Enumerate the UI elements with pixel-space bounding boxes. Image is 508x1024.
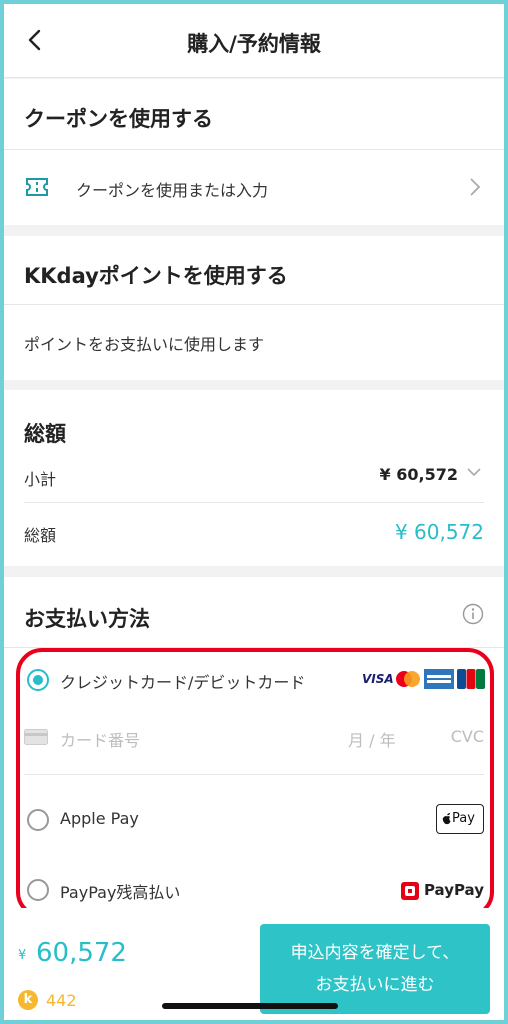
- card-input-row[interactable]: カード番号 月 / 年 CVC: [24, 717, 484, 757]
- paypay-radio[interactable]: [27, 879, 49, 901]
- apple-pay-label: Apple Pay: [60, 809, 139, 828]
- cta-line-1: 申込内容を確定して、: [290, 943, 460, 963]
- info-icon[interactable]: [462, 603, 484, 625]
- apple-icon: [442, 813, 451, 825]
- amex-logo: [424, 669, 454, 689]
- credit-card-icon: [24, 729, 48, 745]
- points-row-label: ポイントをお支払いに使用します: [24, 335, 265, 354]
- payment-option-apple-pay[interactable]: Apple Pay Pay: [4, 799, 504, 839]
- home-indicator: [162, 1003, 338, 1009]
- jcb-logo: [457, 669, 485, 689]
- chevron-down-icon[interactable]: [466, 466, 482, 478]
- expiry-input[interactable]: 月 / 年: [348, 727, 396, 751]
- credit-card-label: クレジットカード/デビットカード: [60, 673, 306, 692]
- cvc-input[interactable]: CVC: [451, 727, 484, 746]
- coupon-row-label: クーポンを使用または入力: [76, 181, 269, 200]
- card-number-input[interactable]: カード番号: [60, 727, 140, 751]
- payment-section-title: お支払い方法: [24, 607, 150, 631]
- total-label: 総額: [24, 526, 57, 545]
- divider: [24, 502, 484, 503]
- header: 購入/予約情報: [4, 4, 504, 78]
- credit-card-radio[interactable]: [27, 669, 49, 691]
- paypay-label: PayPay残高払い: [60, 883, 181, 902]
- divider: [4, 647, 504, 648]
- subtotal-value: ¥ 60,572: [379, 465, 458, 484]
- chevron-right-icon: [470, 178, 481, 196]
- total-section-title: 総額: [24, 422, 66, 446]
- visa-logo: VISA: [362, 672, 394, 686]
- payment-option-credit-card[interactable]: クレジットカード/デビットカード VISA: [4, 657, 504, 697]
- confirm-and-pay-button[interactable]: 申込内容を確定して、 お支払いに進む: [260, 924, 490, 1014]
- divider: [24, 774, 484, 775]
- currency-symbol: ¥: [18, 948, 27, 963]
- paypay-badge-text: PayPay: [423, 881, 484, 899]
- paypay-logo-icon: [401, 882, 419, 900]
- total-section: 総額 小計 ¥ 60,572 総額 ¥ 60,572: [4, 390, 504, 566]
- points-coin-icon: k: [18, 990, 38, 1010]
- points-section-title: KKdayポイントを使用する: [24, 264, 288, 288]
- subtotal-row[interactable]: 小計 ¥ 60,572: [4, 454, 504, 494]
- coupon-section-title: クーポンを使用する: [24, 107, 213, 131]
- footer-amount: 60,572: [36, 938, 127, 968]
- coupon-row[interactable]: クーポンを使用または入力: [4, 150, 504, 225]
- points-row[interactable]: ポイントをお支払いに使用します: [4, 305, 504, 380]
- mastercard-logo: [396, 671, 420, 687]
- payment-option-paypay[interactable]: PayPay残高払い PayPay: [4, 873, 504, 907]
- footer-points: 442: [46, 991, 77, 1010]
- total-value: ¥ 60,572: [394, 520, 484, 544]
- coupon-section: クーポンを使用する クーポンを使用または入力: [4, 79, 504, 225]
- apple-pay-badge: Pay: [436, 804, 484, 834]
- points-section: KKdayポイントを使用する ポイントをお支払いに使用します: [4, 236, 504, 380]
- apple-pay-radio[interactable]: [27, 809, 49, 831]
- payment-section: お支払い方法 クレジットカード/デビットカード VISA カード番号 月 / 年…: [4, 577, 504, 908]
- page-title: 購入/予約情報: [187, 32, 321, 56]
- cta-line-2: お支払いに進む: [315, 975, 435, 995]
- apple-pay-badge-text: Pay: [452, 811, 475, 826]
- ticket-icon: [26, 178, 48, 196]
- subtotal-label: 小計: [24, 470, 57, 489]
- app-frame: 購入/予約情報 クーポンを使用する クーポンを使用または入力 KKdayポイント…: [4, 4, 504, 1020]
